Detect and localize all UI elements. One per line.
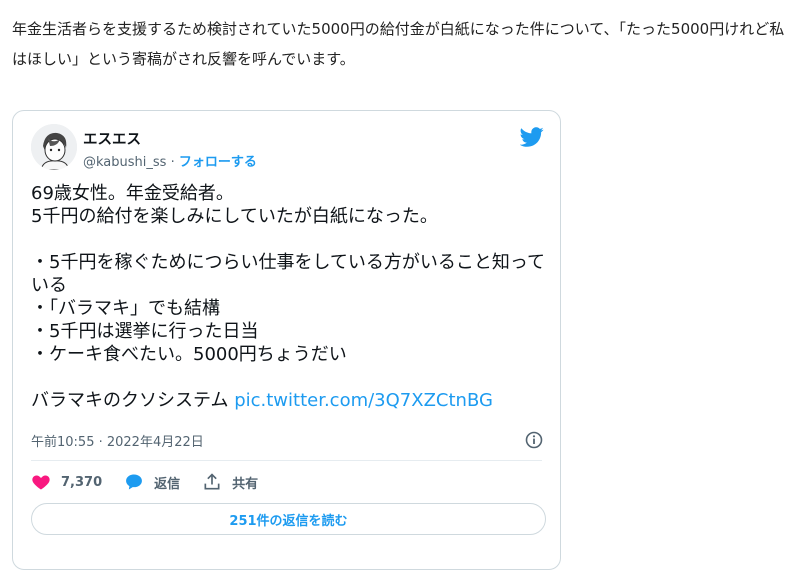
share-icon [204,473,220,490]
reply-bubble-icon [126,474,143,490]
display-name[interactable]: エスエス [83,128,141,149]
tweet-text: 69歳女性。年金受給者。 5千円の給付を楽しみにしていたが白紙になった。 ・5千… [31,182,551,412]
article-text: 年金生活者らを支援するため検討されていた5000円の給付金が白紙になった件につい… [12,20,785,68]
follow-button[interactable]: フォローする [179,155,257,170]
read-replies-label: 251件の返信を読む [229,513,348,529]
tweet-media-link[interactable]: pic.twitter.com/3Q7XZCtnBG [234,390,493,411]
separator: · [170,155,175,170]
handle-line: @kabushi_ss · フォローする [83,151,257,170]
like-button[interactable]: 7,370 [31,472,102,492]
avatar[interactable] [31,124,77,170]
handle[interactable]: @kabushi_ss [83,155,166,170]
twitter-bird-icon[interactable] [520,125,544,149]
reply-label: 返信 [154,476,181,492]
info-icon[interactable] [524,430,544,450]
tweet-body-text: 69歳女性。年金受給者。 5千円の給付を楽しみにしていたが白紙になった。 ・5千… [31,183,546,411]
divider [31,460,542,461]
heart-icon [32,475,50,490]
action-bar: 7,370 返信 共有 [31,471,280,493]
like-count: 7,370 [61,474,103,490]
reply-button[interactable]: 返信 [124,472,180,492]
share-button[interactable]: 共有 [202,472,258,492]
timestamp[interactable]: 午前10:55 · 2022年4月22日 [31,431,204,450]
embedded-tweet[interactable]: エスエス @kabushi_ss · フォローする 69歳女性。年金受給者。 5… [12,110,561,570]
read-replies-button[interactable]: 251件の返信を読む [31,503,546,535]
share-label: 共有 [232,476,259,492]
